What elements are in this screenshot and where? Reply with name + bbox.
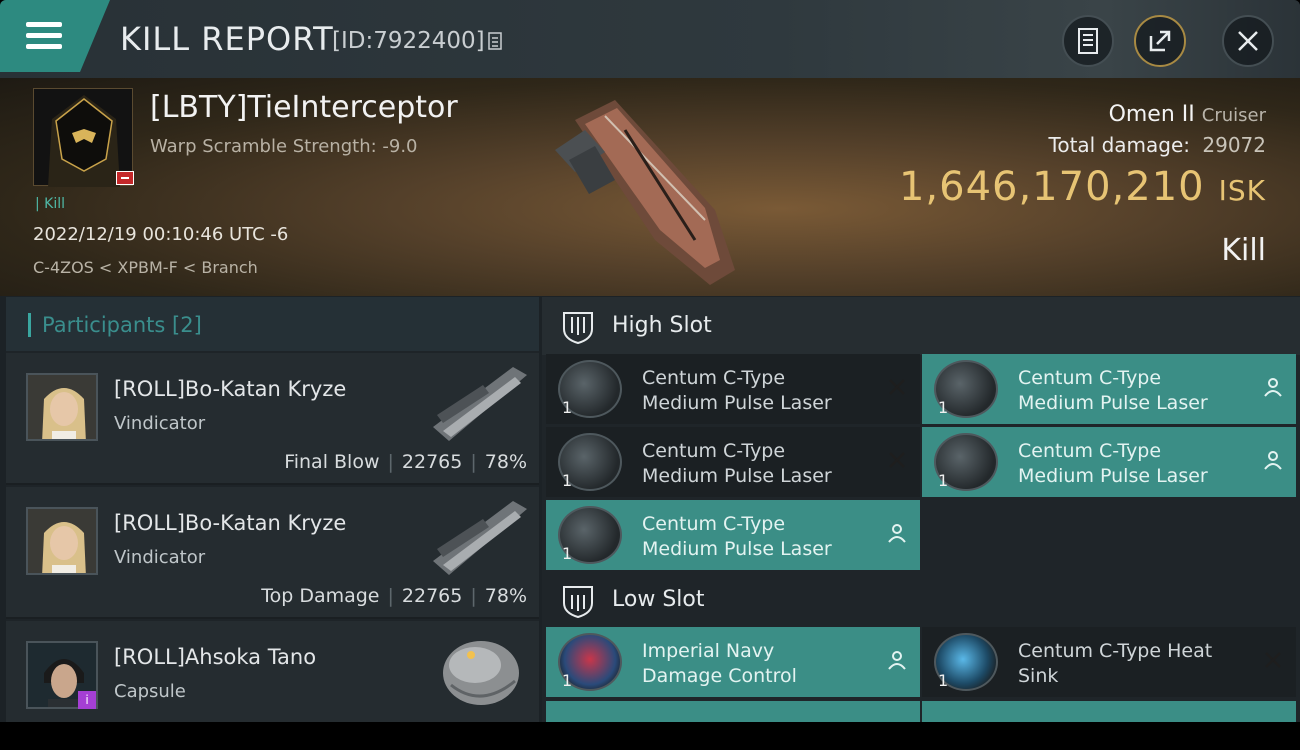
report-id: [ID:7922400]: [332, 28, 485, 54]
menu-icon: [26, 22, 62, 50]
participant-name[interactable]: [ROLL]Ahsoka Tano: [114, 645, 316, 669]
header-bar: KILL REPORT [ID:7922400]: [0, 0, 1300, 78]
participant-damage: 22765: [401, 451, 463, 473]
module-item[interactable]: 1 Centum C-Type Medium Pulse Laser: [546, 427, 920, 497]
module-name: Centum C-Type Heat Sink: [1018, 640, 1213, 687]
kill-report-window: KILL REPORT [ID:7922400] [LBTY]TieInterc…: [0, 0, 1300, 722]
participants-label: Participants: [42, 313, 166, 337]
isk-value: 1,646,170,210 ISK: [899, 164, 1266, 210]
share-button[interactable]: [1134, 15, 1186, 67]
document-button[interactable]: [1062, 15, 1114, 67]
victim-ship-class: Cruiser: [1201, 105, 1266, 126]
document-icon: [1078, 28, 1098, 54]
close-button[interactable]: [1222, 15, 1274, 67]
participant-ship[interactable]: Vindicator: [114, 547, 205, 568]
destroyed-icon: [889, 452, 905, 468]
participant-stats: Top Damage | 22765 | 78%: [261, 585, 527, 607]
module-item[interactable]: 1 Imperial Navy Damage Control: [546, 627, 920, 697]
corp-badge: [116, 171, 134, 185]
participant-ship[interactable]: Vindicator: [114, 413, 205, 434]
low-slot-title: Low Slot: [612, 587, 705, 612]
victim-name[interactable]: [LBTY]TieInterceptor: [150, 90, 458, 125]
dropped-person-icon: [888, 651, 906, 670]
victim-ship-name: Omen II: [1108, 102, 1195, 127]
low-slot-header: Low Slot: [542, 571, 1300, 629]
low-slot-icon: [563, 586, 593, 619]
pilot-portrait-icon: [28, 375, 96, 439]
participant-percent: 78%: [484, 451, 527, 473]
copy-icon[interactable]: [488, 32, 504, 52]
module-item[interactable]: [922, 701, 1296, 722]
kill-date: 2022/12/19 00:10:46 UTC -6: [33, 224, 289, 245]
participant-percent: 78%: [484, 585, 527, 607]
pilot-portrait-icon: [28, 509, 96, 573]
participant-role: Final Blow: [284, 451, 380, 473]
avatar[interactable]: [26, 373, 98, 441]
module-name: Centum C-Type Medium Pulse Laser: [1018, 367, 1208, 414]
module-item[interactable]: 1 Centum C-Type Medium Pulse Laser: [922, 427, 1296, 497]
module-item[interactable]: 1 Centum C-Type Medium Pulse Laser: [546, 354, 920, 424]
module-quantity: 1: [938, 671, 949, 690]
kill-location[interactable]: C-4ZOS < XPBM-F < Branch: [33, 258, 258, 277]
module-quantity: 1: [562, 471, 573, 490]
victim-banner: [LBTY]TieInterceptor Warp Scramble Stren…: [0, 78, 1300, 296]
participant-ship[interactable]: Capsule: [114, 681, 186, 702]
module-item[interactable]: 1 Centum C-Type Heat Sink: [922, 627, 1296, 697]
module-name: Centum C-Type Medium Pulse Laser: [642, 440, 832, 487]
module-quantity: 1: [562, 398, 573, 417]
isk-amount: 1,646,170,210: [898, 164, 1205, 210]
high-slot-header: High Slot: [542, 297, 1300, 355]
fitting-panel: High Slot 1 Centum C-Type Medium Pulse La…: [542, 297, 1300, 722]
destroyed-icon: [1265, 652, 1281, 668]
info-icon[interactable]: i: [78, 691, 96, 709]
page-title: KILL REPORT: [120, 20, 334, 58]
participants-title: Participants [2]: [42, 313, 202, 337]
module-quantity: 1: [562, 544, 573, 563]
high-slot-icon: [563, 312, 593, 345]
destroyed-icon: [889, 379, 905, 395]
high-slot-title: High Slot: [612, 313, 712, 338]
total-damage-value: 29072: [1202, 133, 1266, 157]
module-name: Centum C-Type Medium Pulse Laser: [642, 513, 832, 560]
ship-render-icon: [555, 100, 735, 285]
module-item[interactable]: [546, 701, 920, 722]
participant-row[interactable]: i [ROLL]Ahsoka Tano Capsule: [6, 621, 539, 722]
module-name: Centum C-Type Medium Pulse Laser: [1018, 440, 1208, 487]
participants-panel: Participants [2] [ROLL]Bo-Katan Kryze Vi…: [6, 297, 539, 722]
module-quantity: 1: [938, 398, 949, 417]
participant-name[interactable]: [ROLL]Bo-Katan Kryze: [114, 511, 346, 535]
participant-row[interactable]: [ROLL]Bo-Katan Kryze Vindicator Final Bl…: [6, 353, 539, 485]
capsule-icon: [443, 641, 519, 705]
module-quantity: 1: [562, 671, 573, 690]
participant-name[interactable]: [ROLL]Bo-Katan Kryze: [114, 377, 346, 401]
participants-count: [2]: [172, 313, 202, 337]
menu-button[interactable]: [0, 0, 110, 72]
close-icon: [1238, 31, 1258, 51]
module-name: Centum C-Type Medium Pulse Laser: [642, 367, 832, 414]
total-damage: Total damage: 29072: [1049, 133, 1266, 157]
avatar[interactable]: [26, 507, 98, 575]
victim-ship[interactable]: Omen II Cruiser: [1109, 102, 1266, 127]
ship-icon: [433, 367, 527, 441]
module-item[interactable]: 1 Centum C-Type Medium Pulse Laser: [922, 354, 1296, 424]
kill-result: Kill: [1221, 233, 1266, 268]
dropped-person-icon: [1264, 451, 1282, 470]
participant-stats: Final Blow | 22765 | 78%: [284, 451, 527, 473]
module-item[interactable]: 1 Centum C-Type Medium Pulse Laser: [546, 500, 920, 570]
participant-role: Top Damage: [261, 585, 380, 607]
kill-tag: | Kill: [35, 196, 66, 212]
module-name: Imperial Navy Damage Control: [642, 640, 797, 687]
ship-icon: [433, 501, 527, 575]
share-icon: [1149, 30, 1171, 52]
total-damage-label: Total damage:: [1048, 133, 1191, 157]
participants-header: Participants [2]: [6, 297, 539, 351]
dropped-person-icon: [888, 524, 906, 543]
module-quantity: 1: [938, 471, 949, 490]
participant-row[interactable]: [ROLL]Bo-Katan Kryze Vindicator Top Dama…: [6, 487, 539, 619]
isk-unit: ISK: [1218, 174, 1266, 207]
warp-scramble-strength: Warp Scramble Strength: -9.0: [150, 136, 418, 157]
participant-damage: 22765: [401, 585, 463, 607]
dropped-person-icon: [1264, 378, 1282, 397]
header-accent-bar: [28, 313, 31, 337]
